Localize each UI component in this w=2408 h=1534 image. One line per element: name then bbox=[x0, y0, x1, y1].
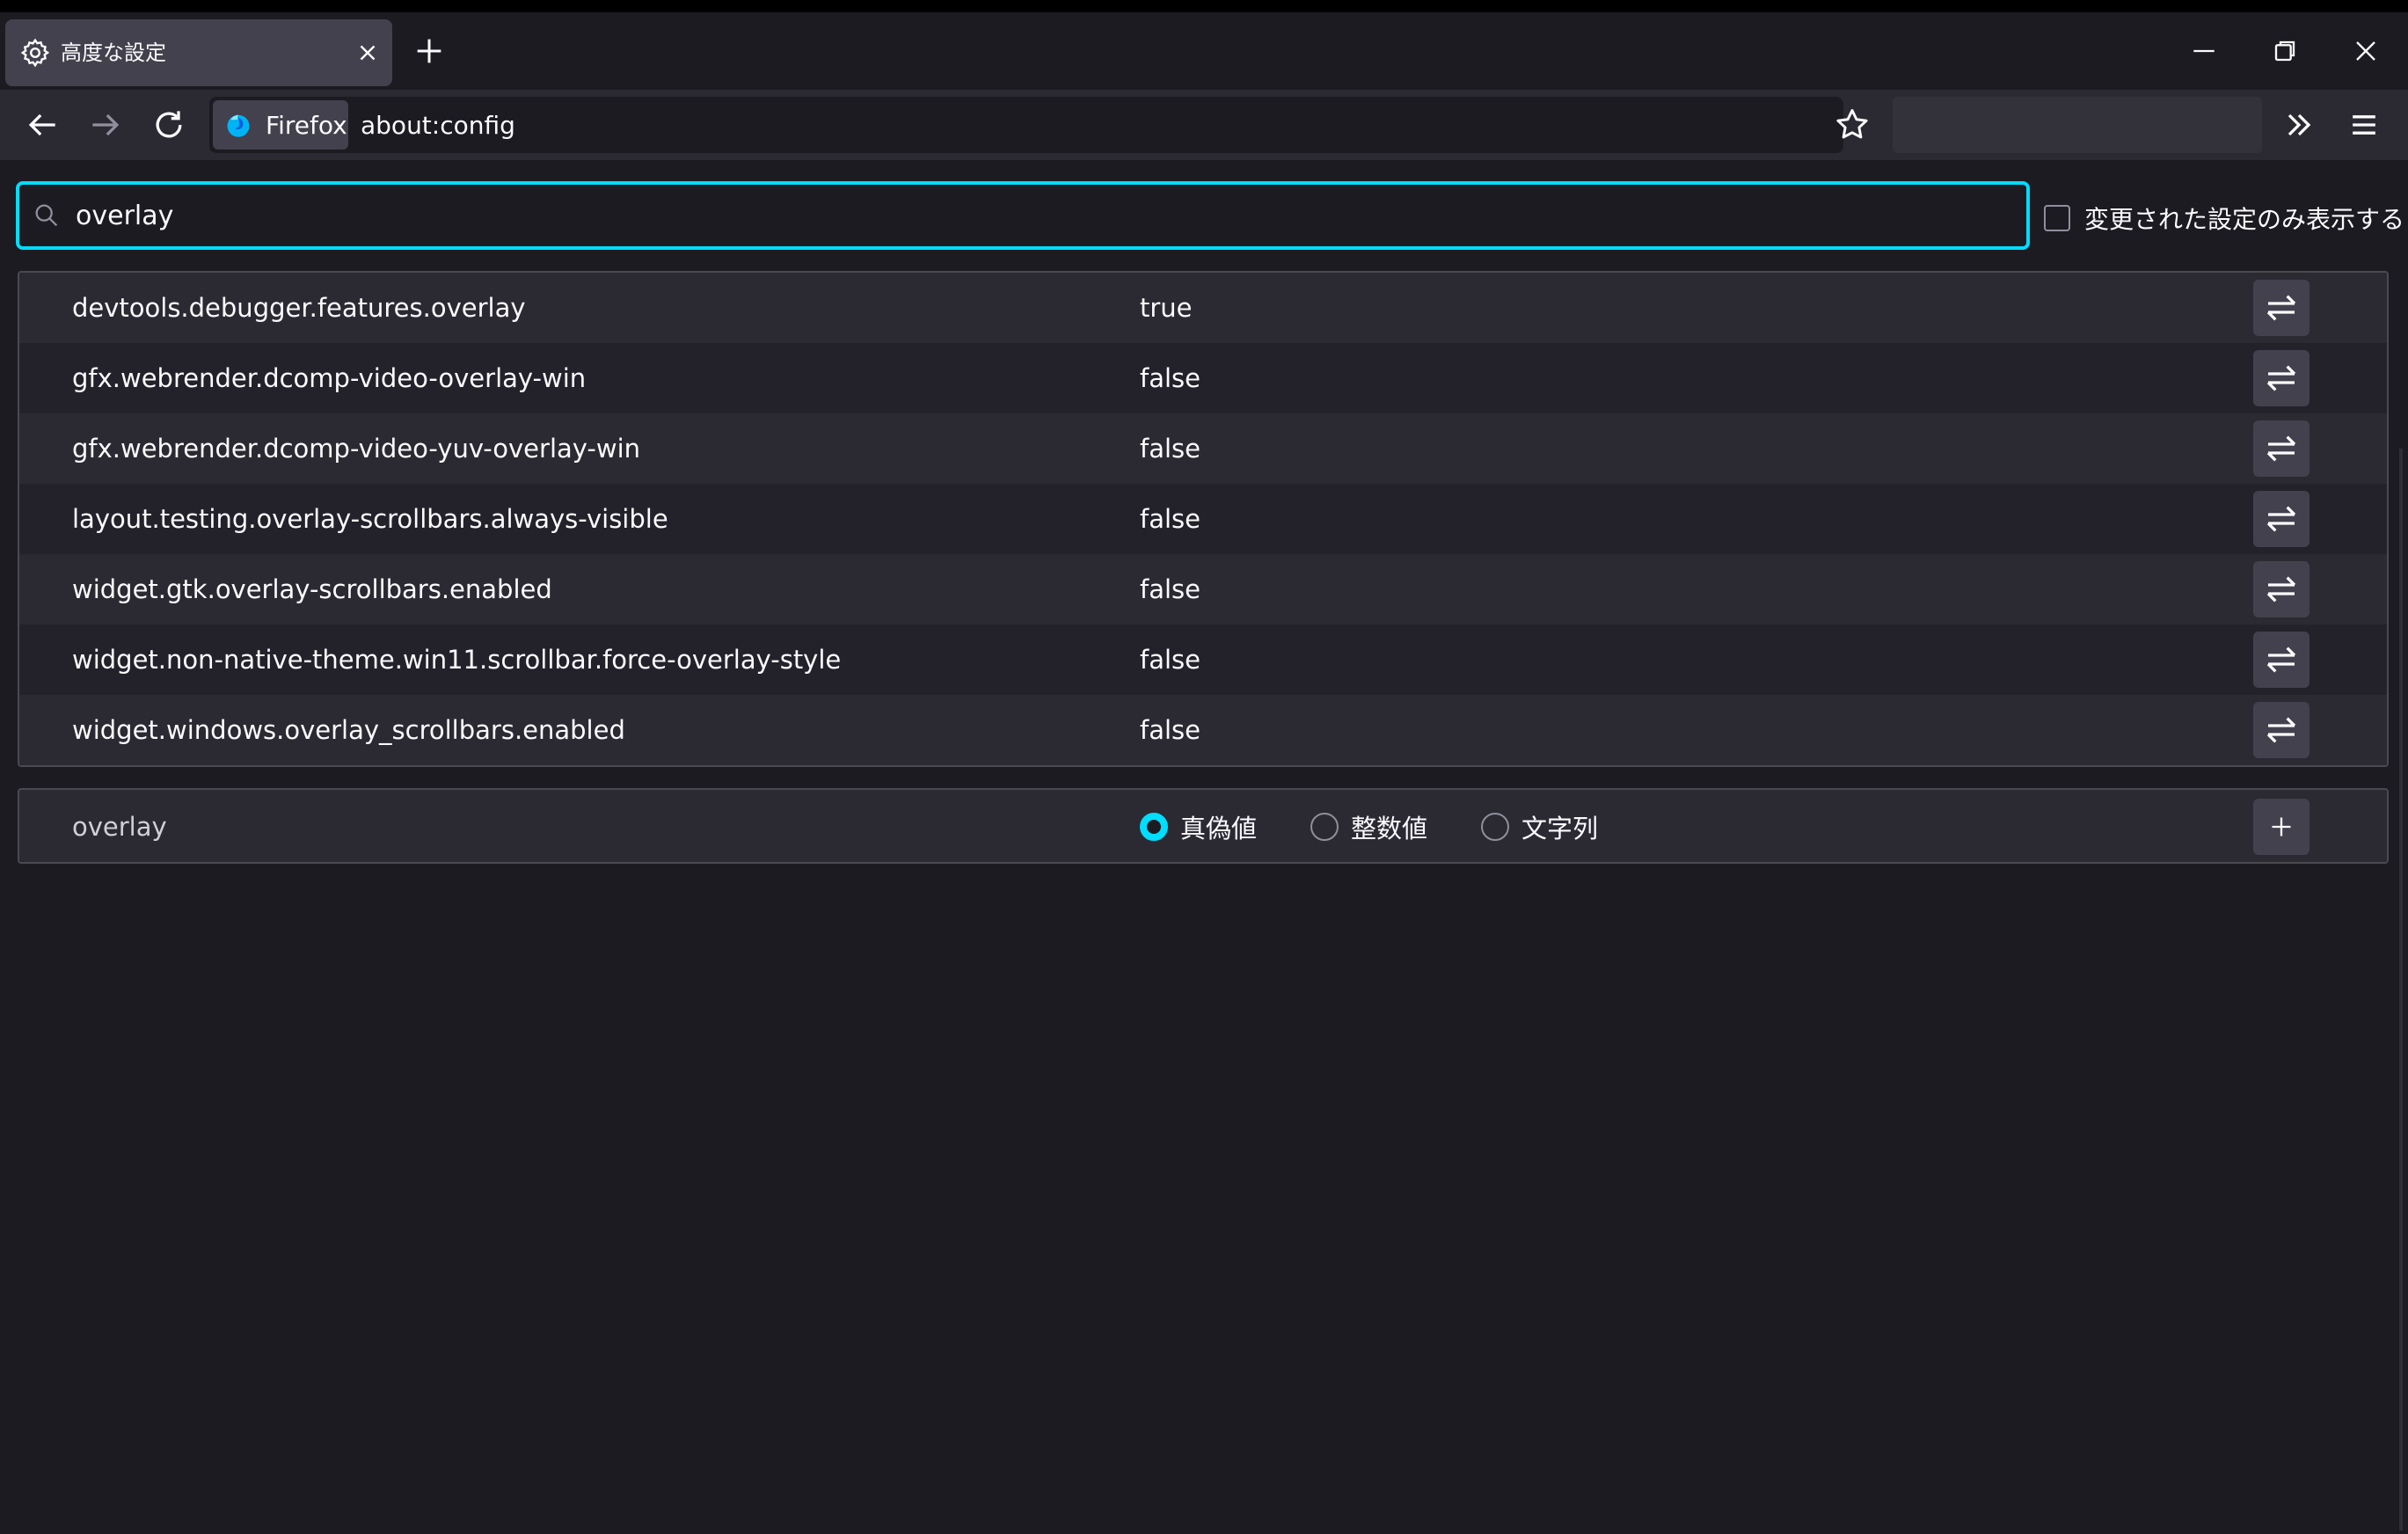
show-modified-only[interactable]: 変更された設定のみ表示する bbox=[2044, 201, 2404, 236]
toggle-arrows-icon bbox=[2266, 506, 2296, 532]
minimize-icon[interactable] bbox=[2186, 33, 2222, 69]
search-input[interactable] bbox=[76, 194, 2010, 237]
table-row[interactable]: layout.testing.overlay-scrollbars.always… bbox=[19, 484, 2387, 554]
url-bar[interactable]: Firefox about:config bbox=[209, 97, 1868, 153]
toggle-button[interactable] bbox=[2253, 491, 2309, 547]
reload-icon[interactable] bbox=[150, 106, 188, 144]
pref-name: widget.windows.overlay_scrollbars.enable… bbox=[72, 715, 625, 745]
show-modified-label: 変更された設定のみ表示する bbox=[2084, 205, 2405, 234]
pref-value: false bbox=[1140, 715, 1200, 745]
toggle-button[interactable] bbox=[2253, 702, 2309, 758]
radio-boolean[interactable]: 真偽値 bbox=[1140, 811, 1258, 844]
toggle-arrows-icon bbox=[2266, 646, 2296, 673]
add-button[interactable] bbox=[2253, 799, 2309, 855]
pref-value: false bbox=[1140, 645, 1200, 675]
pref-name: widget.non-native-theme.win11.scrollbar.… bbox=[72, 645, 842, 675]
tab-advanced-settings[interactable]: 高度な設定 bbox=[5, 19, 392, 86]
radio-label: 文字列 bbox=[1521, 814, 1599, 844]
identity-label: Firefox bbox=[266, 111, 347, 140]
table-row[interactable]: gfx.webrender.dcomp-video-yuv-overlay-wi… bbox=[19, 413, 2387, 484]
hamburger-menu-icon[interactable] bbox=[2345, 106, 2383, 144]
toggle-arrows-icon bbox=[2266, 576, 2296, 603]
add-pref-row: overlay 真偽値 整数値 文字列 bbox=[18, 788, 2389, 864]
restore-icon[interactable] bbox=[2267, 33, 2302, 69]
search-box[interactable] bbox=[16, 181, 2030, 250]
radio-string[interactable]: 文字列 bbox=[1481, 811, 1599, 844]
tab-title: 高度な設定 bbox=[61, 40, 166, 65]
pref-name: gfx.webrender.dcomp-video-overlay-win bbox=[72, 363, 587, 393]
pref-value: false bbox=[1140, 363, 1200, 393]
gear-icon bbox=[20, 38, 50, 68]
pref-value: true bbox=[1140, 293, 1193, 323]
toggle-button[interactable] bbox=[2253, 280, 2309, 336]
toggle-arrows-icon bbox=[2266, 365, 2296, 391]
back-arrow-icon[interactable] bbox=[23, 106, 62, 144]
search-icon bbox=[35, 204, 58, 227]
new-pref-name: overlay bbox=[72, 812, 167, 842]
table-row[interactable]: devtools.debugger.features.overlay true bbox=[19, 273, 2387, 343]
toggle-button[interactable] bbox=[2253, 420, 2309, 477]
radio-dot[interactable] bbox=[1481, 813, 1509, 841]
extensions-area bbox=[1893, 97, 2262, 153]
url-text[interactable]: about:config bbox=[361, 111, 515, 141]
pref-name: devtools.debugger.features.overlay bbox=[72, 293, 526, 323]
toggle-arrows-icon bbox=[2266, 295, 2296, 321]
radio-dot-checked[interactable] bbox=[1140, 813, 1168, 841]
pref-name: layout.testing.overlay-scrollbars.always… bbox=[72, 504, 668, 534]
new-tab-icon[interactable] bbox=[412, 33, 447, 69]
radio-integer[interactable]: 整数値 bbox=[1310, 811, 1428, 844]
pref-value: false bbox=[1140, 434, 1200, 464]
show-modified-checkbox[interactable] bbox=[2044, 205, 2070, 231]
forward-arrow-icon[interactable] bbox=[86, 106, 125, 144]
radio-label: 整数値 bbox=[1351, 814, 1428, 844]
firefox-logo-icon bbox=[227, 114, 250, 137]
scrollbar[interactable] bbox=[2399, 449, 2403, 1530]
plus-icon bbox=[2272, 817, 2291, 836]
toggle-button[interactable] bbox=[2253, 632, 2309, 688]
pref-name: gfx.webrender.dcomp-video-yuv-overlay-wi… bbox=[72, 434, 641, 464]
nav-toolbar: Firefox about:config bbox=[0, 90, 2408, 160]
toggle-arrows-icon bbox=[2266, 435, 2296, 462]
prefs-table: devtools.debugger.features.overlay true … bbox=[18, 271, 2389, 767]
identity-box[interactable]: Firefox bbox=[213, 100, 348, 150]
table-row[interactable]: widget.gtk.overlay-scrollbars.enabled fa… bbox=[19, 554, 2387, 625]
close-window-icon[interactable] bbox=[2348, 33, 2383, 69]
radio-dot[interactable] bbox=[1310, 813, 1339, 841]
toggle-button[interactable] bbox=[2253, 350, 2309, 406]
close-tab-icon[interactable] bbox=[352, 37, 383, 69]
window-top-edge bbox=[0, 0, 2408, 12]
bookmark-star-icon[interactable] bbox=[1833, 106, 1872, 144]
table-row[interactable]: widget.non-native-theme.win11.scrollbar.… bbox=[19, 625, 2387, 695]
toggle-arrows-icon bbox=[2266, 717, 2296, 743]
pref-value: false bbox=[1140, 504, 1200, 534]
overflow-chevron-icon[interactable] bbox=[2280, 106, 2318, 144]
table-row[interactable]: gfx.webrender.dcomp-video-overlay-win fa… bbox=[19, 343, 2387, 413]
tab-strip: 高度な設定 bbox=[0, 12, 2408, 90]
pref-value: false bbox=[1140, 574, 1200, 604]
radio-label: 真偽値 bbox=[1180, 814, 1258, 844]
pref-name: widget.gtk.overlay-scrollbars.enabled bbox=[72, 574, 552, 604]
toggle-button[interactable] bbox=[2253, 561, 2309, 617]
table-row[interactable]: widget.windows.overlay_scrollbars.enable… bbox=[19, 695, 2387, 765]
